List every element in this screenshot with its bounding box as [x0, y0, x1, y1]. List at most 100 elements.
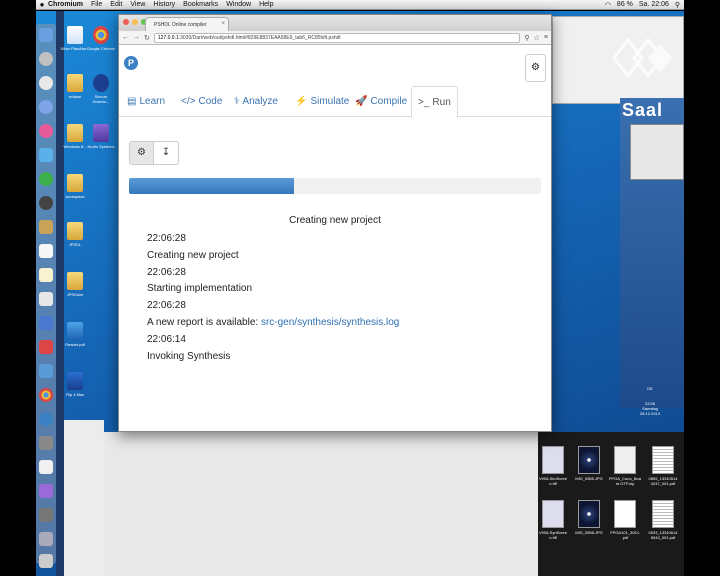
desktop-icon[interactable]: JPSDsim [60, 272, 90, 297]
clock[interactable]: Sa. 22:06 [639, 1, 669, 9]
chromium-icon[interactable] [39, 388, 53, 402]
file-item[interactable]: 0859_13310514 4247_001.pdf [646, 446, 680, 486]
tab-label: Compile [370, 96, 408, 107]
progress-bar [129, 178, 541, 194]
chrome-icon [93, 26, 109, 44]
messages-icon[interactable] [39, 148, 53, 162]
zip-file-icon [614, 446, 636, 474]
menu-file[interactable]: File [91, 1, 102, 8]
safari-icon[interactable] [39, 76, 53, 90]
url-input[interactable]: 127.0.0.1:3030/Dart/web/out/pshdl.html#8… [153, 32, 521, 43]
file-thumbnail [542, 500, 564, 528]
back-icon[interactable]: ← [122, 34, 129, 41]
tab-code[interactable]: </> Code [181, 86, 222, 117]
facetime-icon[interactable] [39, 172, 53, 186]
menu-help[interactable]: Help [259, 1, 273, 8]
app-icon[interactable] [39, 364, 53, 378]
code-icon: </> [181, 96, 196, 107]
tab-simulate[interactable]: ⚡ Simulate [295, 86, 349, 117]
pdf-file-icon [614, 500, 636, 528]
pshdl-icon[interactable] [39, 412, 53, 426]
wifi-icon[interactable]: ◠ [605, 1, 611, 9]
file-label: VHDLSynScree n.tiff [538, 530, 567, 540]
text-edit-icon[interactable] [39, 460, 53, 474]
menu-icon[interactable]: ≡ [544, 34, 548, 41]
app-icon[interactable] [39, 340, 53, 354]
finder-icon[interactable] [39, 28, 53, 42]
desktop-icon[interactable]: Secure Downlo... [86, 74, 116, 104]
close-tab-icon[interactable]: × [221, 21, 225, 27]
tab-run[interactable]: >_ Run [411, 86, 458, 118]
minimize-window-button[interactable] [132, 19, 138, 25]
app-icon [93, 124, 109, 142]
forward-icon[interactable]: → [133, 34, 140, 41]
reload-icon[interactable]: ↻ [144, 34, 150, 42]
file-label: FPGA_Cono_Boa rd.GTP.zip [608, 476, 642, 486]
synthesis-log-link[interactable]: src-gen/synthesis/synthesis.log [261, 317, 399, 328]
system-preferences-icon[interactable] [39, 508, 53, 522]
reminders-icon[interactable] [39, 292, 53, 306]
menu-view[interactable]: View [130, 1, 145, 8]
file-item[interactable]: IMG_0555.JPG [572, 446, 606, 481]
apple-menu-icon[interactable]: ● [36, 0, 48, 9]
download-arrow-icon: ↧ [161, 147, 171, 158]
search-icon[interactable]: ⚲ [675, 1, 680, 9]
file-item[interactable]: 0933_13310614 5043_001.pdf [646, 500, 680, 540]
itunes-icon[interactable] [39, 124, 53, 138]
settings-button[interactable]: ⚙ [525, 54, 546, 82]
menu-window[interactable]: Window [226, 1, 251, 8]
pdf-file-icon [652, 500, 674, 528]
menu-bookmarks[interactable]: Bookmarks [183, 1, 218, 8]
file-label: VHDLSimScree n.tiff [538, 476, 567, 486]
tab-learn[interactable]: ▤ Learn [127, 86, 165, 117]
menubar: ● Chromium File Edit View History Bookma… [36, 0, 684, 10]
contacts-icon[interactable] [39, 220, 53, 234]
app-page: P ⚙ ▤ Learn </> Code ⚕ Analyze ⚡ Simulat… [119, 45, 551, 431]
desktop-icon[interactable]: Google Chrome [86, 26, 116, 51]
file-item[interactable]: FPGA101_30CL .pdf [608, 500, 642, 540]
calendar-icon[interactable] [39, 244, 53, 258]
file-item[interactable]: VHDLSimScree n.tiff [536, 446, 570, 486]
folder-icon [67, 124, 83, 142]
log-message: Invoking Synthesis [147, 350, 231, 362]
file-item[interactable]: FPGA_Cono_Boa rd.GTP.zip [608, 446, 642, 486]
desktop-icon[interactable]: workspace [60, 174, 90, 199]
app-icon[interactable] [39, 484, 53, 498]
file-item[interactable]: VHDLSynScree n.tiff [536, 500, 570, 540]
menu-edit[interactable]: Edit [110, 1, 122, 8]
desktop-icon[interactable]: Flip 4 Mac [60, 372, 90, 397]
desktop-icon-label: Secure Downlo... [92, 94, 110, 104]
progress-bar-fill [129, 178, 294, 194]
launchpad-icon[interactable] [39, 52, 53, 66]
bookmark-star-icon[interactable]: ☆ [534, 34, 540, 42]
menu-chromium[interactable]: Chromium [48, 1, 83, 8]
desktop-icon[interactable]: Nudio Systems [86, 124, 116, 149]
stethoscope-icon: ⚕ [234, 96, 240, 107]
tab-compile[interactable]: 🚀 Compile [355, 86, 407, 117]
run-settings-button[interactable]: ⚙ [129, 141, 154, 165]
desktop-icon[interactable]: JPSDL [60, 222, 90, 247]
tab-analyze[interactable]: ⚕ Analyze [234, 86, 278, 117]
downloads-icon[interactable] [39, 532, 53, 546]
app-store-icon[interactable] [39, 100, 53, 114]
menu-history[interactable]: History [153, 1, 175, 8]
download-button[interactable]: ↧ [154, 141, 179, 165]
app-icon[interactable] [39, 436, 53, 450]
file-label: IMG_0558.JPG [575, 530, 603, 535]
app-logo[interactable]: P [124, 56, 138, 70]
search-icon[interactable]: ⚲ [524, 34, 529, 42]
file-thumbnail [578, 500, 600, 528]
battery-percent[interactable]: 86 % [617, 1, 633, 9]
folder-icon [67, 272, 83, 290]
desktop-icon[interactable]: Reader.pdf [60, 322, 90, 347]
file-label: 0933_13310614 5043_001.pdf [648, 530, 678, 540]
notes-icon[interactable] [39, 268, 53, 282]
file-item[interactable]: IMG_0558.JPG [572, 500, 606, 535]
camera-icon[interactable] [39, 196, 53, 210]
parallels-icon[interactable] [39, 316, 53, 330]
browser-tab[interactable]: PSHDL Online compiler × [145, 17, 229, 31]
trash-icon[interactable] [39, 554, 53, 568]
close-window-button[interactable] [123, 19, 129, 25]
log-output: 22:06:28 Creating new project 22:06:28 S… [147, 231, 527, 365]
brand-text: Saal [622, 100, 664, 120]
